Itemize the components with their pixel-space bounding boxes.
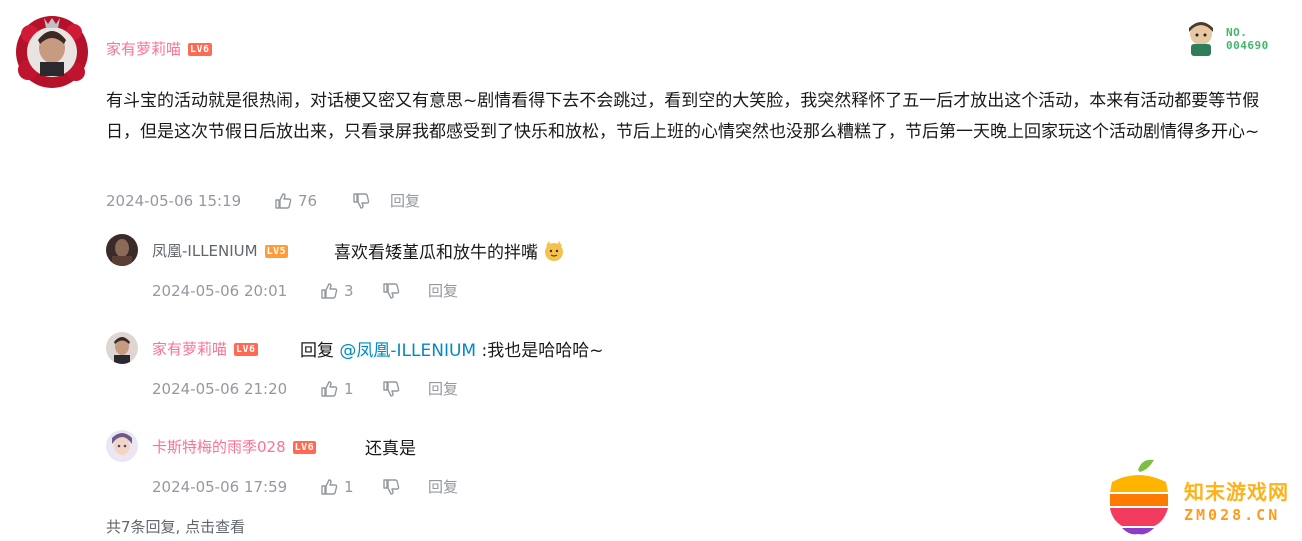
mention-link[interactable]: @凤凰-ILLENIUM xyxy=(339,341,476,361)
level-badge: LV5 xyxy=(264,245,289,258)
reply-content: 喜欢看矮堇瓜和放牛的拌嘴 xyxy=(334,243,538,263)
fan-badge-character-icon xyxy=(1189,22,1213,56)
emoji-cat-face-icon xyxy=(545,241,564,261)
level-badge: LV6 xyxy=(292,441,317,454)
reply-meta: 2024-05-06 17:59 1 回复 xyxy=(152,476,458,497)
like-count: 3 xyxy=(344,281,354,300)
username-text[interactable]: 家有萝莉喵 xyxy=(106,40,181,58)
thumbs-up-icon xyxy=(321,282,338,299)
comment-time: 2024-05-06 20:01 xyxy=(152,281,288,300)
main-avatar[interactable] xyxy=(14,14,90,90)
reply-username[interactable]: 家有萝莉喵 LV6 xyxy=(152,338,258,359)
reply-prefix: 回复 xyxy=(300,341,334,361)
reply-text: 喜欢看矮堇瓜和放牛的拌嘴 xyxy=(334,238,565,263)
view-more-replies-link[interactable]: 共7条回复, 点击查看 xyxy=(106,516,245,537)
watermark-cn: 知末游戏网 xyxy=(1184,480,1289,504)
like-button[interactable]: 76 xyxy=(274,192,352,210)
like-count: 1 xyxy=(344,379,354,398)
level-badge: LV6 xyxy=(234,343,258,356)
thumbs-up-icon xyxy=(321,380,338,397)
like-count: 76 xyxy=(298,191,318,210)
reply-button[interactable]: 回复 xyxy=(428,378,458,399)
thumbs-down-icon xyxy=(383,478,400,495)
username-text[interactable]: 凤凰-ILLENIUM xyxy=(152,242,258,260)
like-button[interactable]: 1 xyxy=(320,478,382,496)
main-comment-meta: 2024-05-06 15:19 76 回复 xyxy=(106,190,420,211)
reply-content: 还真是 xyxy=(365,439,416,459)
reply-content: :我也是哈哈哈~ xyxy=(481,341,604,361)
reply-meta: 2024-05-06 20:01 3 回复 xyxy=(152,280,458,301)
reply-button[interactable]: 回复 xyxy=(428,476,458,497)
dislike-button[interactable] xyxy=(382,478,428,496)
comment-time: 2024-05-06 17:59 xyxy=(152,477,288,496)
thumbs-up-icon xyxy=(321,478,338,495)
thumbs-up-icon xyxy=(275,192,292,209)
reply-text: 回复 @凤凰-ILLENIUM :我也是哈哈哈~ xyxy=(300,336,603,361)
thumbs-down-icon xyxy=(383,282,400,299)
thumbs-down-icon xyxy=(353,192,370,209)
reply-username[interactable]: 凤凰-ILLENIUM LV5 xyxy=(152,240,289,261)
like-button[interactable]: 3 xyxy=(320,282,382,300)
reply-button[interactable]: 回复 xyxy=(390,190,420,211)
reply-text: 还真是 xyxy=(365,434,416,459)
like-button[interactable]: 1 xyxy=(320,380,382,398)
dislike-button[interactable] xyxy=(382,380,428,398)
main-comment-text: 有斗宝的活动就是很热闹，对话梗又密又有意思~剧情看得下去不会跳过，看到空的大笑脸… xyxy=(106,91,1260,142)
main-username[interactable]: 家有萝莉喵 LV6 xyxy=(106,38,212,59)
watermark-en: ZM028.CN xyxy=(1184,506,1281,524)
watermark-logo-icon xyxy=(1102,456,1176,536)
like-count: 1 xyxy=(344,477,354,496)
dislike-button[interactable] xyxy=(352,192,390,210)
fan-badge-number: NO. 004690 xyxy=(1226,26,1269,52)
username-text[interactable]: 家有萝莉喵 xyxy=(152,340,227,358)
reply-avatar[interactable] xyxy=(106,234,138,266)
reply-avatar[interactable] xyxy=(106,332,138,364)
comment-time: 2024-05-06 21:20 xyxy=(152,379,288,398)
username-text[interactable]: 卡斯特梅的雨季028 xyxy=(152,438,286,456)
reply-username[interactable]: 卡斯特梅的雨季028 LV6 xyxy=(152,436,317,457)
reply-avatar[interactable] xyxy=(106,430,138,462)
comment-time: 2024-05-06 15:19 xyxy=(106,191,242,210)
fan-badge-value: 004690 xyxy=(1226,39,1269,52)
reply-meta: 2024-05-06 21:20 1 回复 xyxy=(152,378,458,399)
reply-button[interactable]: 回复 xyxy=(428,280,458,301)
level-badge: LV6 xyxy=(188,43,212,56)
fan-badge-label: NO. xyxy=(1226,26,1248,39)
dislike-button[interactable] xyxy=(382,282,428,300)
thumbs-down-icon xyxy=(383,380,400,397)
